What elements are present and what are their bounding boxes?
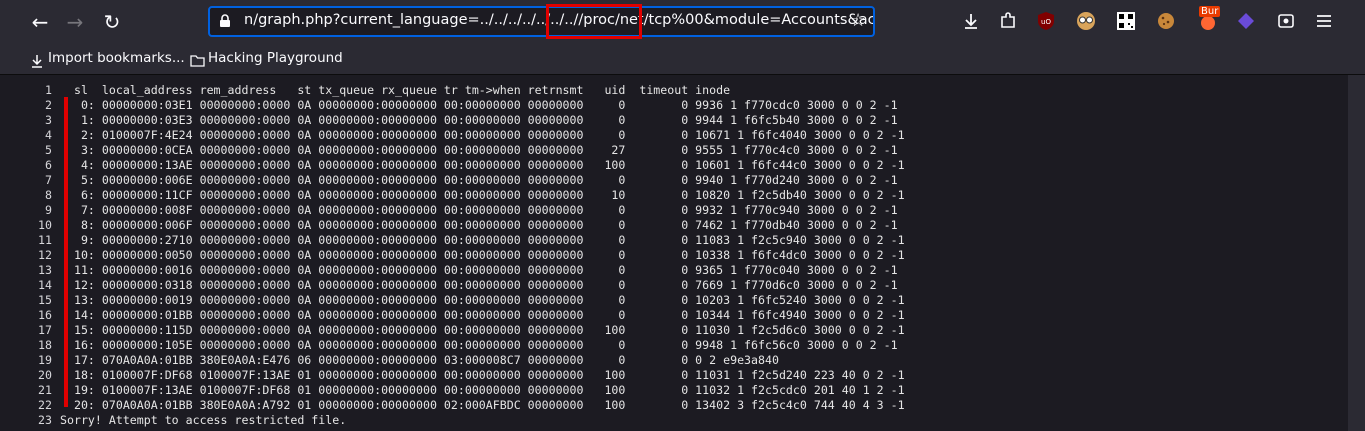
url-bar[interactable]: n/graph.php?current_language=../../../..… <box>208 6 875 37</box>
file-line: 7: 00000000:008F 00000000:0000 0A 000000… <box>60 203 898 217</box>
svg-text:uO: uO <box>1041 18 1051 26</box>
screenshot-icon[interactable] <box>1276 11 1296 31</box>
line-number: 6 <box>45 158 52 172</box>
forward-arrow-icon[interactable]: → <box>63 10 87 34</box>
line-number: 4 <box>45 128 52 142</box>
file-line: 8: 00000000:006F 00000000:0000 0A 000000… <box>60 218 898 232</box>
line-number: 14 <box>38 278 52 292</box>
line-number: 2 <box>45 98 52 112</box>
line-number: 11 <box>38 233 52 247</box>
file-line: 1: 00000000:03E3 00000000:0000 0A 000000… <box>60 113 898 127</box>
file-line: 3: 00000000:0CEA 00000000:0000 0A 000000… <box>60 143 898 157</box>
line-number: 20 <box>38 368 52 382</box>
menu-icon[interactable] <box>1314 11 1334 31</box>
line-number: 22 <box>38 398 52 412</box>
file-line: 16: 00000000:105E 00000000:0000 0A 00000… <box>60 338 898 352</box>
import-icon <box>32 55 42 68</box>
line-number: 12 <box>38 248 52 262</box>
url-highlight-box <box>546 4 642 39</box>
file-line: 11: 00000000:0016 00000000:0000 0A 00000… <box>60 263 898 277</box>
line-number: 10 <box>38 218 52 232</box>
line-number: 17 <box>38 323 52 337</box>
glasses-icon[interactable] <box>1076 11 1096 31</box>
line-number: 8 <box>45 188 52 202</box>
ublock-icon[interactable]: uO <box>1036 11 1056 31</box>
file-line: 13: 00000000:0019 00000000:0000 0A 00000… <box>60 293 905 307</box>
qr-icon[interactable] <box>1116 11 1136 31</box>
line-number: 5 <box>45 143 52 157</box>
line-number: 3 <box>45 113 52 127</box>
cookie-icon[interactable] <box>1156 11 1176 31</box>
bookmarks-toolbar: Import bookmarks... Hacking Playground <box>0 44 1365 75</box>
file-line: 14: 00000000:01BB 00000000:0000 0A 00000… <box>60 308 905 322</box>
file-line: 17: 070A0A0A:01BB 380E0A0A:E476 06 00000… <box>60 353 779 367</box>
file-line: 12: 00000000:0318 00000000:0000 0A 00000… <box>60 278 898 292</box>
file-line: 20: 070A0A0A:01BB 380E0A0A:A792 01 00000… <box>60 398 905 412</box>
file-line: 19: 0100007F:13AE 0100007F:DF68 01 00000… <box>60 383 905 397</box>
line-number: 19 <box>38 353 52 367</box>
file-line: 6: 00000000:11CF 00000000:0000 0A 000000… <box>60 188 905 202</box>
line-number: 9 <box>45 203 52 217</box>
burp-badge: Bur <box>1199 6 1221 17</box>
file-line: 2: 0100007F:4E24 00000000:0000 0A 000000… <box>60 128 905 142</box>
file-line: sl local_address rem_address st tx_queue… <box>60 83 731 97</box>
line-number: 21 <box>38 383 52 397</box>
import-bookmarks-link[interactable]: Import bookmarks... <box>48 50 185 66</box>
folder-icon <box>190 55 205 67</box>
browser-toolbar: ← → ↻ n/graph.php?current_language=../..… <box>0 0 1365 44</box>
file-line: Sorry! Attempt to access restricted file… <box>60 413 347 427</box>
bookmark-star-icon[interactable]: ☆ <box>850 10 866 32</box>
page-content: 1 sl local_address rem_address st tx_que… <box>0 75 1348 431</box>
file-line: 0: 00000000:03E1 00000000:0000 0A 000000… <box>60 98 898 112</box>
line-number: 15 <box>38 293 52 307</box>
file-line: 10: 00000000:0050 00000000:0000 0A 00000… <box>60 248 905 262</box>
line-number: 23 <box>38 413 52 427</box>
extensions-icon[interactable] <box>998 11 1018 31</box>
highlight-bar <box>64 97 68 407</box>
line-number: 13 <box>38 263 52 277</box>
reload-icon[interactable]: ↻ <box>100 10 124 34</box>
line-number: 18 <box>38 338 52 352</box>
scrollbar[interactable] <box>1348 75 1365 431</box>
file-line: 9: 00000000:2710 00000000:0000 0A 000000… <box>60 233 905 247</box>
bookmark-folder-hacking-playground[interactable]: Hacking Playground <box>208 50 343 66</box>
back-arrow-icon[interactable]: ← <box>28 10 52 34</box>
line-number: 7 <box>45 173 52 187</box>
line-number: 16 <box>38 308 52 322</box>
file-line: 15: 00000000:115D 00000000:0000 0A 00000… <box>60 323 905 337</box>
file-line: 4: 00000000:13AE 00000000:0000 0A 000000… <box>60 158 905 172</box>
cube-icon[interactable] <box>1236 11 1256 31</box>
line-number: 1 <box>45 83 52 97</box>
page-info-icon[interactable] <box>218 14 232 28</box>
download-icon[interactable] <box>961 11 981 31</box>
file-line: 5: 00000000:006E 00000000:0000 0A 000000… <box>60 173 898 187</box>
file-line: 18: 0100007F:DF68 0100007F:13AE 01 00000… <box>60 368 905 382</box>
